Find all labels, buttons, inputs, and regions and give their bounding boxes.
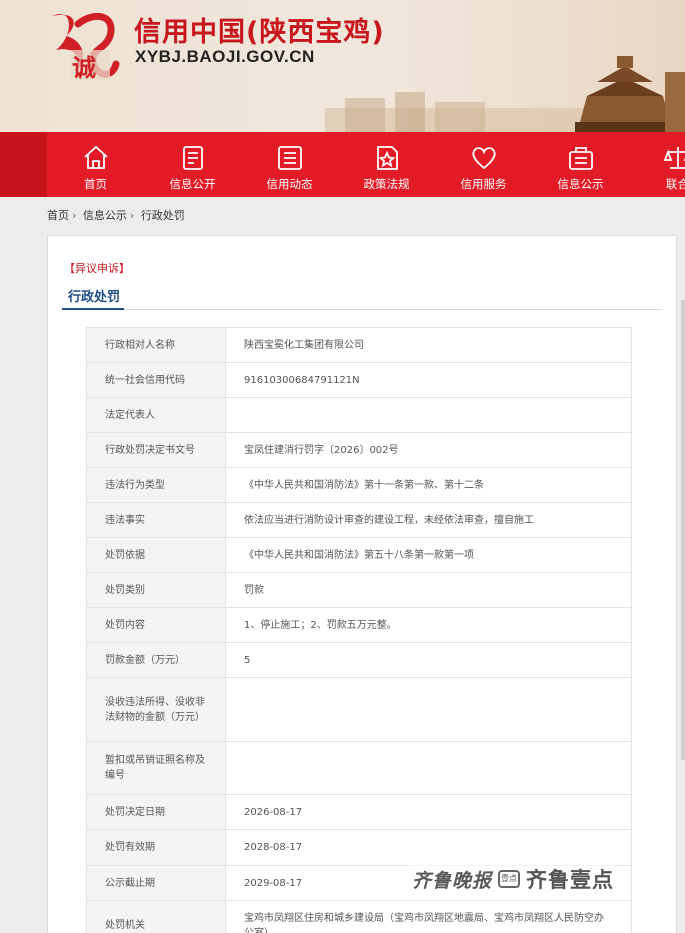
- nav-left-pad: [0, 132, 47, 197]
- header-banner: 诚 信用中国(陕西宝鸡) XYBJ.BAOJI.GOV.CN: [0, 0, 685, 132]
- watermark-right-text: 齐鲁壹点: [526, 868, 615, 892]
- nav-item-policy[interactable]: 政策法规: [338, 132, 435, 197]
- row-key: 处罚类别: [86, 572, 226, 608]
- nav-item-credit-service[interactable]: 信用服务: [435, 132, 532, 197]
- row-key: 行政相对人名称: [86, 327, 226, 363]
- row-value: [225, 741, 632, 795]
- row-value: 2026-08-17: [225, 794, 632, 830]
- nav-label: 信息公示: [557, 177, 604, 191]
- row-key: 法定代表人: [86, 397, 226, 433]
- table-row: 处罚内容 1、停止施工；2、罚款五万元整。: [86, 607, 632, 643]
- nav-item-joint[interactable]: 联合: [629, 132, 685, 197]
- row-value: 陕西宝冕化工集团有限公司: [225, 327, 632, 363]
- row-key: 处罚决定日期: [86, 794, 226, 830]
- nav-label: 联合: [666, 177, 685, 191]
- table-row: 暂扣或吊销证照名称及编号: [86, 741, 632, 795]
- row-key: 处罚有效期: [86, 829, 226, 866]
- table-row: 罚款金额（万元） 5: [86, 642, 632, 678]
- watermark-left-text: 齐鲁晚报: [412, 869, 493, 892]
- table-row: 没收违法所得、没收非法财物的金额（万元）: [86, 677, 632, 742]
- content-panel: 【异议申诉】 行政处罚 行政相对人名称 陕西宝冕化工集团有限公司 统一社会信用代码…: [47, 235, 677, 933]
- row-key: 公示截止期: [86, 865, 226, 901]
- table-row: 处罚机关 宝鸡市凤翔区住房和城乡建设局（宝鸡市凤翔区地震局、宝鸡市凤翔区人民防空办…: [86, 900, 632, 933]
- breadcrumb-home[interactable]: 首页: [47, 207, 69, 223]
- row-key: 行政处罚决定书文号: [86, 432, 226, 468]
- table-row: 统一社会信用代码 91610300684791121N: [86, 362, 632, 398]
- media-watermark: 齐鲁晚报 壹点 齐鲁壹点: [408, 862, 619, 896]
- row-key: 违法行为类型: [86, 467, 226, 503]
- star-document-icon: [376, 146, 398, 170]
- row-value: 罚款: [225, 572, 632, 608]
- table-row: 行政相对人名称 陕西宝冕化工集团有限公司: [86, 327, 632, 363]
- tab-administrative-penalty[interactable]: 行政处罚: [68, 286, 120, 305]
- page-scrollbar[interactable]: [681, 300, 685, 760]
- nav-label: 政策法规: [363, 177, 410, 191]
- row-value: 《中华人民共和国消防法》第十一条第一款、第十二条: [225, 467, 632, 503]
- table-row: 处罚类别 罚款: [86, 572, 632, 608]
- tab-divider: [62, 309, 662, 310]
- nav-item-publicity[interactable]: 信息公示: [532, 132, 629, 197]
- row-value: [225, 677, 632, 742]
- heart-icon: [471, 147, 496, 170]
- row-key: 处罚依据: [86, 537, 226, 573]
- document-icon: [182, 146, 203, 170]
- row-key: 违法事实: [86, 502, 226, 538]
- table-row: 法定代表人: [86, 397, 632, 433]
- row-value: 1、停止施工；2、罚款五万元整。: [225, 607, 632, 643]
- row-value: 91610300684791121N: [225, 362, 632, 398]
- svg-text:诚: 诚: [72, 53, 96, 82]
- site-url: XYBJ.BAOJI.GOV.CN: [135, 47, 315, 66]
- table-row: 处罚依据 《中华人民共和国消防法》第五十八条第一款第一项: [86, 537, 632, 573]
- breadcrumb-publicity[interactable]: 信息公示: [83, 207, 127, 223]
- row-value: [225, 397, 632, 433]
- row-value: 5: [225, 642, 632, 678]
- table-row: 违法事实 依法应当进行消防设计审查的建设工程，未经依法审查，擅自施工: [86, 502, 632, 538]
- city-skyline-illustration: [325, 56, 685, 132]
- nav-label: 信息公开: [169, 177, 216, 191]
- row-key: 罚款金额（万元）: [86, 642, 226, 678]
- row-key: 没收违法所得、没收非法财物的金额（万元）: [86, 677, 226, 742]
- table-row: 处罚有效期 2028-08-17: [86, 829, 632, 866]
- row-key: 暂扣或吊销证照名称及编号: [86, 741, 226, 795]
- row-value: 2028-08-17: [225, 829, 632, 866]
- row-value: 《中华人民共和国消防法》第五十八条第一款第一项: [225, 537, 632, 573]
- objection-link[interactable]: 【异议申诉】: [64, 260, 130, 276]
- nav-label: 首页: [84, 177, 107, 191]
- nav-label: 信用服务: [460, 177, 507, 191]
- nav-label: 信用动态: [266, 177, 313, 191]
- site-logo[interactable]: 诚: [44, 6, 120, 84]
- table-row: 行政处罚决定书文号 宝凤住建消行罚字〔2026〕002号: [86, 432, 632, 468]
- main-nav: 首页 信息公开 信用动态 政策法规 信用服务 信息公示 联合: [0, 132, 685, 197]
- row-key: 处罚机关: [86, 900, 226, 933]
- scale-icon: [663, 147, 685, 169]
- home-icon: [83, 145, 108, 169]
- chevron-right-icon: ›: [72, 209, 77, 222]
- bulletin-icon: [568, 147, 593, 170]
- tab-active-indicator: [62, 308, 124, 310]
- row-value: 依法应当进行消防设计审查的建设工程，未经依法审查，擅自施工: [225, 502, 632, 538]
- row-value: 宝鸡市凤翔区住房和城乡建设局（宝鸡市凤翔区地震局、宝鸡市凤翔区人民防空办公室）: [225, 900, 632, 933]
- breadcrumb-current: 行政处罚: [140, 209, 185, 222]
- penalty-detail-table: 行政相对人名称 陕西宝冕化工集团有限公司 统一社会信用代码 916103006847…: [86, 327, 632, 933]
- list-icon: [277, 146, 302, 170]
- row-key: 统一社会信用代码: [86, 362, 226, 398]
- table-row: 处罚决定日期 2026-08-17: [86, 794, 632, 830]
- row-key: 处罚内容: [86, 607, 226, 643]
- nav-item-credit-news[interactable]: 信用动态: [241, 132, 338, 197]
- nav-item-info-open[interactable]: 信息公开: [144, 132, 241, 197]
- nav-item-home[interactable]: 首页: [47, 132, 144, 197]
- site-title: 信用中国(陕西宝鸡): [134, 17, 385, 48]
- table-row: 违法行为类型 《中华人民共和国消防法》第十一条第一款、第十二条: [86, 467, 632, 503]
- watermark-badge: 壹点: [498, 870, 521, 888]
- chevron-right-icon: ›: [129, 209, 135, 222]
- row-value: 宝凤住建消行罚字〔2026〕002号: [225, 432, 632, 468]
- breadcrumb: 首页 › 信息公示 › 行政处罚: [47, 207, 185, 223]
